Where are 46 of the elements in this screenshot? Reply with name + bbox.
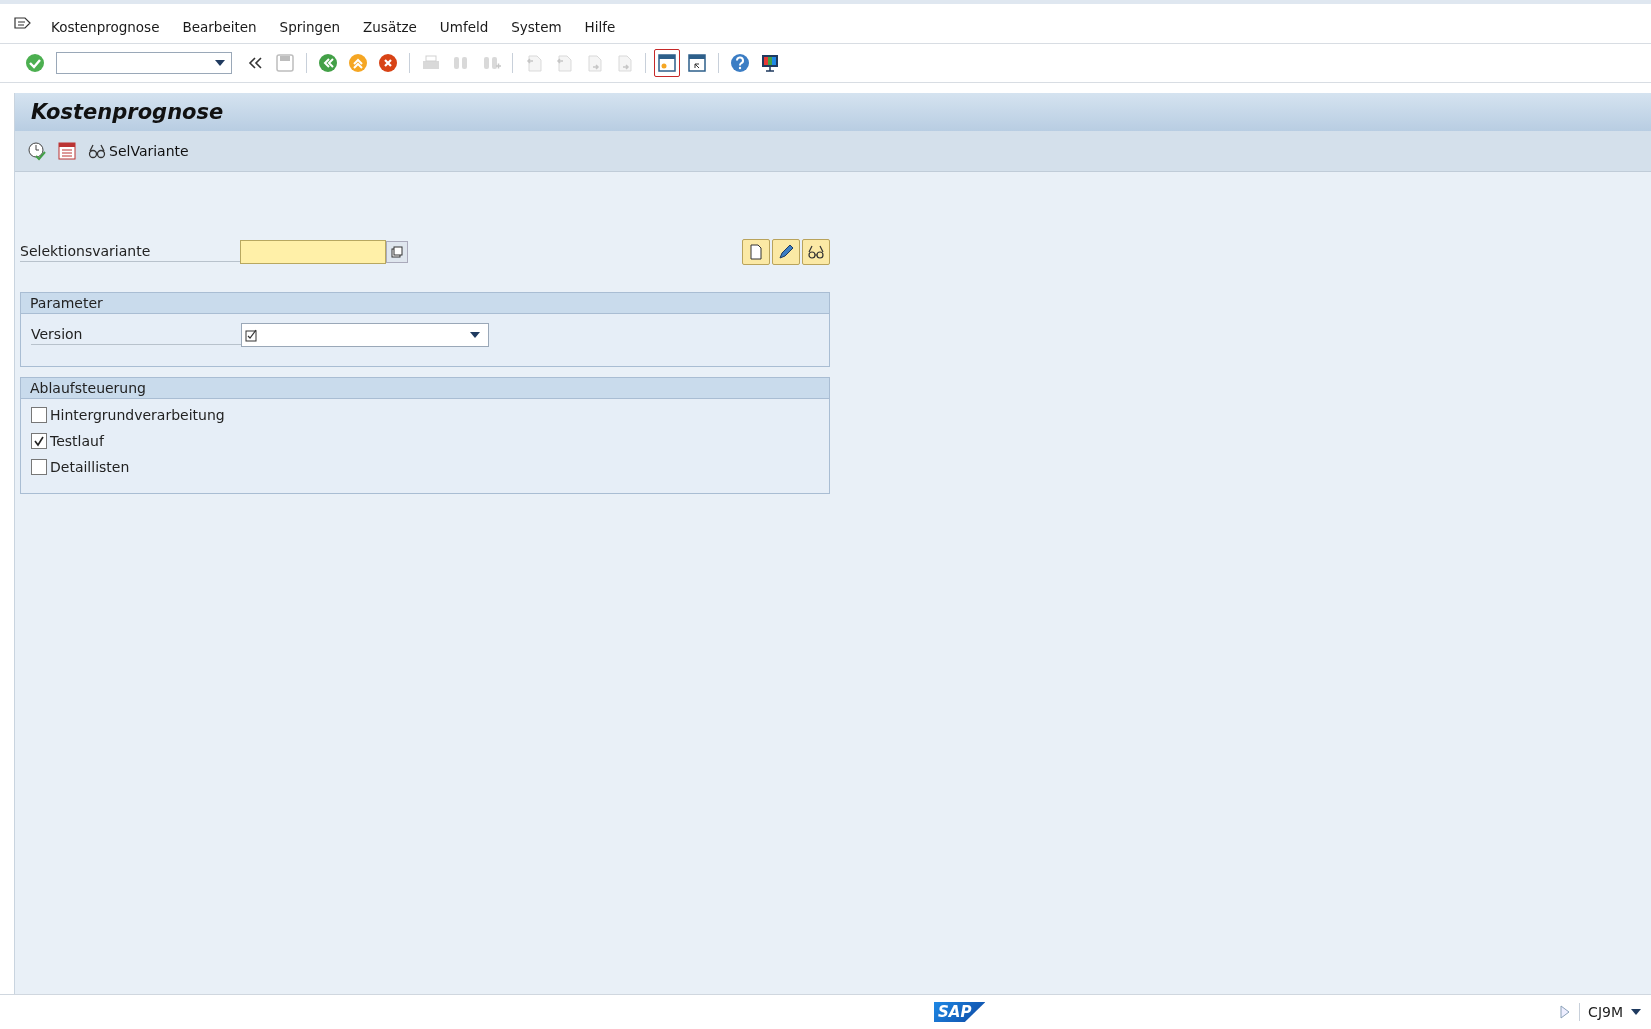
shortcut-icon bbox=[686, 52, 708, 74]
caret-icon[interactable] bbox=[1631, 1009, 1641, 1015]
monitor-icon bbox=[759, 52, 781, 74]
checkbox[interactable] bbox=[31, 433, 47, 449]
checkbox[interactable] bbox=[31, 407, 47, 423]
menu-item[interactable]: Hilfe bbox=[584, 12, 616, 35]
copy-icon bbox=[391, 246, 403, 258]
transaction-code: CJ9M bbox=[1588, 1004, 1623, 1020]
variant-button[interactable]: SelVariante bbox=[85, 138, 191, 164]
menu-item[interactable]: System bbox=[511, 12, 562, 35]
command-field[interactable] bbox=[56, 52, 232, 74]
caret-icon[interactable] bbox=[470, 332, 480, 338]
window-icon bbox=[656, 52, 678, 74]
glasses-icon bbox=[807, 243, 825, 261]
value-help-button[interactable] bbox=[386, 241, 408, 263]
screen-title: Kostenprognose bbox=[31, 100, 224, 124]
menu-icon[interactable] bbox=[14, 16, 32, 31]
back-icon bbox=[317, 52, 339, 74]
field-label: Selektionsvariante bbox=[20, 242, 240, 262]
group-title: Ablaufsteuerung bbox=[21, 378, 829, 399]
group-title: Parameter bbox=[21, 293, 829, 314]
clock-check-icon bbox=[27, 141, 47, 161]
checkmark-icon bbox=[33, 435, 45, 447]
caret-icon[interactable] bbox=[215, 60, 225, 66]
pencil-icon bbox=[777, 243, 795, 261]
logo: SAP bbox=[934, 1002, 986, 1022]
menu-item[interactable]: Umfeld bbox=[439, 12, 489, 35]
cancel-icon bbox=[377, 52, 399, 74]
checkbox-label: Testlauf bbox=[50, 433, 104, 449]
menu-item[interactable]: Springen bbox=[279, 12, 341, 35]
variant-input[interactable] bbox=[240, 240, 386, 264]
checkbox-label: Hintergrundverarbeitung bbox=[50, 407, 225, 423]
checkbox-label: Detaillisten bbox=[50, 459, 130, 475]
calendar-icon bbox=[57, 141, 77, 161]
display-variant-button[interactable] bbox=[802, 239, 830, 265]
menu-item[interactable]: Zusätze bbox=[363, 12, 417, 35]
edit-variant-button[interactable] bbox=[772, 239, 800, 265]
field-label: Version bbox=[31, 325, 241, 345]
menu-item[interactable]: Bearbeiten bbox=[182, 12, 257, 35]
help-icon bbox=[729, 52, 751, 74]
check-icon bbox=[24, 52, 46, 74]
triangle-icon[interactable] bbox=[1559, 1004, 1572, 1020]
checkbox[interactable] bbox=[31, 459, 47, 475]
menu-item[interactable]: Kostenprognose bbox=[51, 12, 160, 35]
new-session-button[interactable] bbox=[654, 49, 680, 77]
document-icon bbox=[747, 243, 765, 261]
